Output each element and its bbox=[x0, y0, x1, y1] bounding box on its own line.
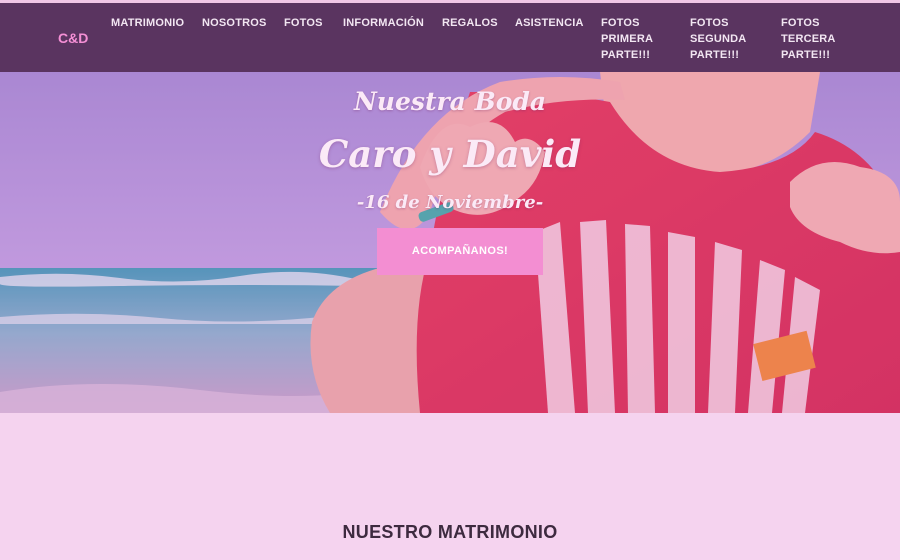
top-accent-line bbox=[0, 0, 900, 3]
hero-date: -16 de Noviembre- bbox=[356, 192, 544, 213]
nav-item-asistencia[interactable]: ASISTENCIA bbox=[515, 15, 584, 31]
nav-item-fotos[interactable]: FOTOS bbox=[284, 15, 323, 31]
hero-title: Caro y David bbox=[318, 132, 582, 176]
brand-logo[interactable]: C&D bbox=[58, 30, 88, 46]
hero-eyebrow: Nuestra Boda bbox=[353, 87, 547, 116]
nav-item-line: SEGUNDA bbox=[690, 33, 747, 45]
nav-item-fotos-tercera-parte[interactable]: FOTOS TERCERA PARTE!!! bbox=[781, 15, 851, 63]
nav-item-line: FOTOS bbox=[601, 17, 640, 29]
nav-item-informacion[interactable]: INFORMACIÓN bbox=[343, 15, 424, 31]
acompananos-button[interactable]: ACOMPAÑANOS! bbox=[377, 228, 543, 275]
nav-item-line: PARTE!!! bbox=[781, 49, 831, 61]
nav-item-line: TERCERA bbox=[781, 33, 836, 45]
wedding-page: C&D MATRIMONIO NOSOTROS FOTOS INFORMACIÓ… bbox=[0, 0, 900, 560]
nav-item-regalos[interactable]: REGALOS bbox=[442, 15, 498, 31]
hero-section: Nuestra Boda Caro y David -16 de Noviemb… bbox=[0, 72, 900, 413]
nav-item-fotos-primera-parte[interactable]: FOTOS PRIMERA PARTE!!! bbox=[601, 15, 671, 63]
nav-item-line: PARTE!!! bbox=[690, 49, 740, 61]
nav-item-line: PRIMERA bbox=[601, 33, 654, 45]
section-title: NUESTRO MATRIMONIO bbox=[342, 522, 558, 542]
top-navbar: C&D MATRIMONIO NOSOTROS FOTOS INFORMACIÓ… bbox=[0, 0, 900, 72]
nav-item-line: FOTOS bbox=[690, 17, 729, 29]
nav-item-line: FOTOS bbox=[781, 17, 820, 29]
nav-item-nosotros[interactable]: NOSOTROS bbox=[202, 15, 267, 31]
nav-item-line: PARTE!!! bbox=[601, 49, 651, 61]
nav-item-matrimonio[interactable]: MATRIMONIO bbox=[111, 15, 184, 31]
nav-item-fotos-segunda-parte[interactable]: FOTOS SEGUNDA PARTE!!! bbox=[690, 15, 760, 63]
